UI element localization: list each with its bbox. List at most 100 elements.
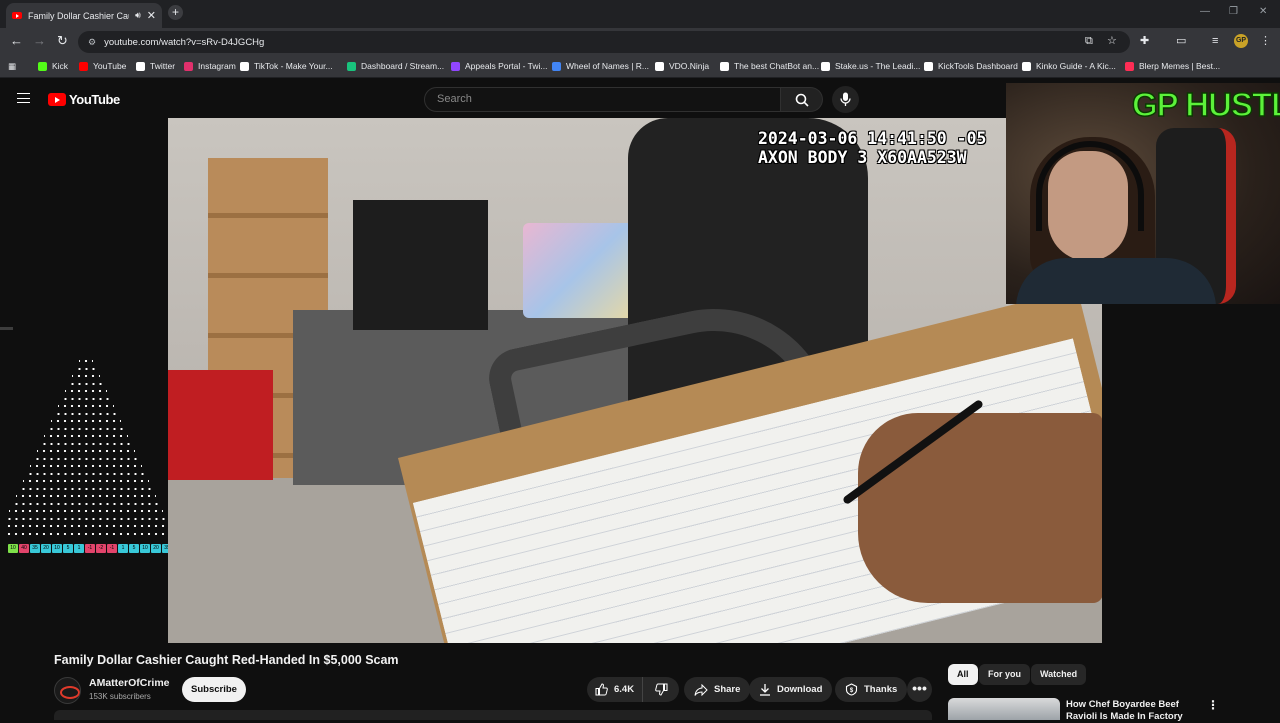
- channel-name[interactable]: AMatterOfCrime: [89, 677, 170, 689]
- search-button[interactable]: [781, 87, 823, 112]
- search-input[interactable]: Search: [424, 87, 781, 112]
- chip-watched[interactable]: Watched: [1031, 664, 1087, 685]
- bookmark-label: Instagram: [198, 61, 236, 71]
- tab-title: Family Dollar Cashier Caught Red-Handed …: [28, 10, 129, 21]
- recommendation-title[interactable]: How Chef Boyardee Beef Ravioli Is Made I…: [1066, 699, 1206, 723]
- youtube-logo[interactable]: YouTube: [48, 92, 120, 107]
- chip-for-you[interactable]: For you: [979, 664, 1030, 685]
- share-button[interactable]: Share: [684, 677, 751, 702]
- voice-search-button[interactable]: [832, 86, 859, 113]
- back-icon[interactable]: ←: [10, 34, 23, 48]
- thanks-button[interactable]: $ Thanks: [835, 677, 908, 702]
- bookmarks-bar: ▦ Kick YouTube Twitter Instagram TikTok - Ma…: [0, 56, 1280, 78]
- bookmark-label: Appeals Portal - Twi...: [465, 61, 548, 71]
- recommendation-more-icon[interactable]: ⋮: [1207, 698, 1219, 712]
- overlay-badge: 1: [74, 544, 84, 553]
- bookmark-label: The best ChatBot an...: [734, 61, 820, 71]
- overlay-dot-row: [47, 427, 125, 430]
- overlay-dot-row: [33, 457, 139, 460]
- overlay-dot-row: [40, 442, 132, 445]
- overlay-badge: -2: [96, 544, 106, 553]
- bookmark-item[interactable]: YouTube: [79, 61, 126, 71]
- overlay-dot-row: [54, 412, 118, 415]
- bookmark-item[interactable]: Twitter: [136, 61, 175, 71]
- bodycam-timestamp-line2: AXON BODY 3 X60AA523W: [758, 148, 967, 167]
- overlay-dot-row: [65, 390, 107, 392]
- bookmark-item[interactable]: Stake.us - The Leadi...: [821, 61, 920, 71]
- video-frame-hand: [858, 413, 1102, 603]
- speaker-icon[interactable]: 🔊︎: [135, 10, 141, 21]
- bodycam-timestamp-line1: 2024-03-06 14:41:50 -05: [758, 129, 987, 148]
- profile-avatar-icon[interactable]: GP: [1234, 34, 1248, 48]
- recommendation-thumbnail[interactable]: [948, 698, 1060, 720]
- video-frame-handbag: [523, 223, 638, 318]
- bookmark-item[interactable]: Instagram: [184, 61, 236, 71]
- bookmark-item[interactable]: The best ChatBot an...: [720, 61, 819, 71]
- download-button[interactable]: Download: [749, 677, 833, 702]
- browser-menu-icon[interactable]: ⋮: [1260, 35, 1271, 47]
- channel-avatar[interactable]: [54, 677, 81, 704]
- like-count: 6.4K: [614, 684, 635, 695]
- overlay-dot-row: [5, 517, 167, 520]
- thumbs-down-icon: [654, 683, 667, 696]
- bookmark-item[interactable]: Blerp Memes | Best...: [1125, 61, 1220, 71]
- close-window-icon[interactable]: ✕: [1259, 6, 1267, 17]
- site-info-icon[interactable]: ⚙: [88, 37, 96, 48]
- bookmark-item[interactable]: Appeals Portal - Twi...: [451, 61, 548, 71]
- more-actions-button[interactable]: •••: [907, 677, 932, 702]
- overlay-badge: 40: [19, 544, 29, 553]
- install-app-icon[interactable]: ⧉: [1085, 35, 1093, 47]
- chip-all[interactable]: All: [948, 664, 978, 685]
- bookmark-item[interactable]: Kinko Guide - A Kic...: [1022, 61, 1116, 71]
- bookmark-item[interactable]: KickTools Dashboard: [924, 61, 1018, 71]
- video-frame-red-bin: [168, 370, 273, 480]
- description-box-edge: [54, 710, 932, 720]
- microphone-icon: [840, 92, 851, 106]
- bookmark-item[interactable]: Dashboard / Stream...: [347, 61, 444, 71]
- bookmark-item[interactable]: VDO.Ninja: [655, 61, 709, 71]
- bookmark-favicon-icon: [240, 61, 249, 71]
- minimize-icon[interactable]: —: [1200, 6, 1210, 17]
- browser-toolbar: ← → ↻ ⚙ youtube.com/watch?v=sRv-D4JGCHg …: [0, 28, 1280, 56]
- bookmark-star-icon[interactable]: ☆: [1107, 35, 1117, 47]
- overlay-dot-row: [51, 420, 121, 422]
- video-frame-fridge: [353, 200, 488, 330]
- youtube-play-icon: [48, 93, 66, 106]
- browser-tab-strip: Family Dollar Cashier Caught Red-Handed …: [0, 0, 1280, 28]
- cast-icon[interactable]: ▭: [1176, 35, 1186, 47]
- dislike-button[interactable]: [643, 677, 679, 702]
- webcam-overlay-title: GP HUSTLA: [1131, 85, 1280, 124]
- apps-grid-icon[interactable]: ▦: [8, 61, 16, 72]
- overlay-dot-row: [37, 450, 135, 452]
- bookmark-favicon-icon: [1125, 61, 1134, 71]
- overlay-badge: 1: [118, 544, 128, 553]
- media-controls-icon[interactable]: ≡: [1212, 35, 1218, 47]
- overlay-dot-row: [72, 375, 100, 377]
- bookmark-item[interactable]: Wheel of Names | R...: [552, 61, 649, 71]
- subscribe-button[interactable]: Subscribe: [182, 677, 246, 702]
- overlay-badge: 5: [63, 544, 73, 553]
- overlay-badge: 35: [30, 544, 40, 553]
- hamburger-menu-icon[interactable]: [17, 93, 30, 103]
- forward-icon[interactable]: →: [33, 34, 46, 48]
- download-icon: [760, 684, 770, 696]
- overlay-badge: 10: [52, 544, 62, 553]
- browser-tab-active[interactable]: Family Dollar Cashier Caught Red-Handed …: [6, 3, 162, 28]
- bookmark-favicon-icon: [79, 61, 88, 71]
- overlay-dot-row: [68, 382, 104, 385]
- video-player[interactable]: 2024-03-06 14:41:50 -05 AXON BODY 3 X60AA…: [168, 118, 1102, 643]
- address-bar[interactable]: ⚙ youtube.com/watch?v=sRv-D4JGCHg: [78, 31, 1130, 53]
- thumbs-up-icon: [595, 683, 608, 696]
- bookmark-label: TikTok - Make Your...: [254, 61, 333, 71]
- bookmark-item[interactable]: Kick: [38, 61, 68, 71]
- like-button[interactable]: 6.4K: [587, 677, 643, 702]
- overlay-badge: -1: [85, 544, 95, 553]
- bookmark-favicon-icon: [552, 61, 561, 71]
- bookmark-item[interactable]: TikTok - Make Your...: [240, 61, 333, 71]
- tab-close-icon[interactable]: ✕: [147, 9, 156, 22]
- reload-icon[interactable]: ↻: [57, 34, 68, 48]
- extensions-icon[interactable]: ✚: [1140, 35, 1149, 47]
- maximize-icon[interactable]: ❐: [1229, 6, 1238, 17]
- bookmark-favicon-icon: [347, 61, 356, 71]
- new-tab-button[interactable]: +: [168, 5, 183, 20]
